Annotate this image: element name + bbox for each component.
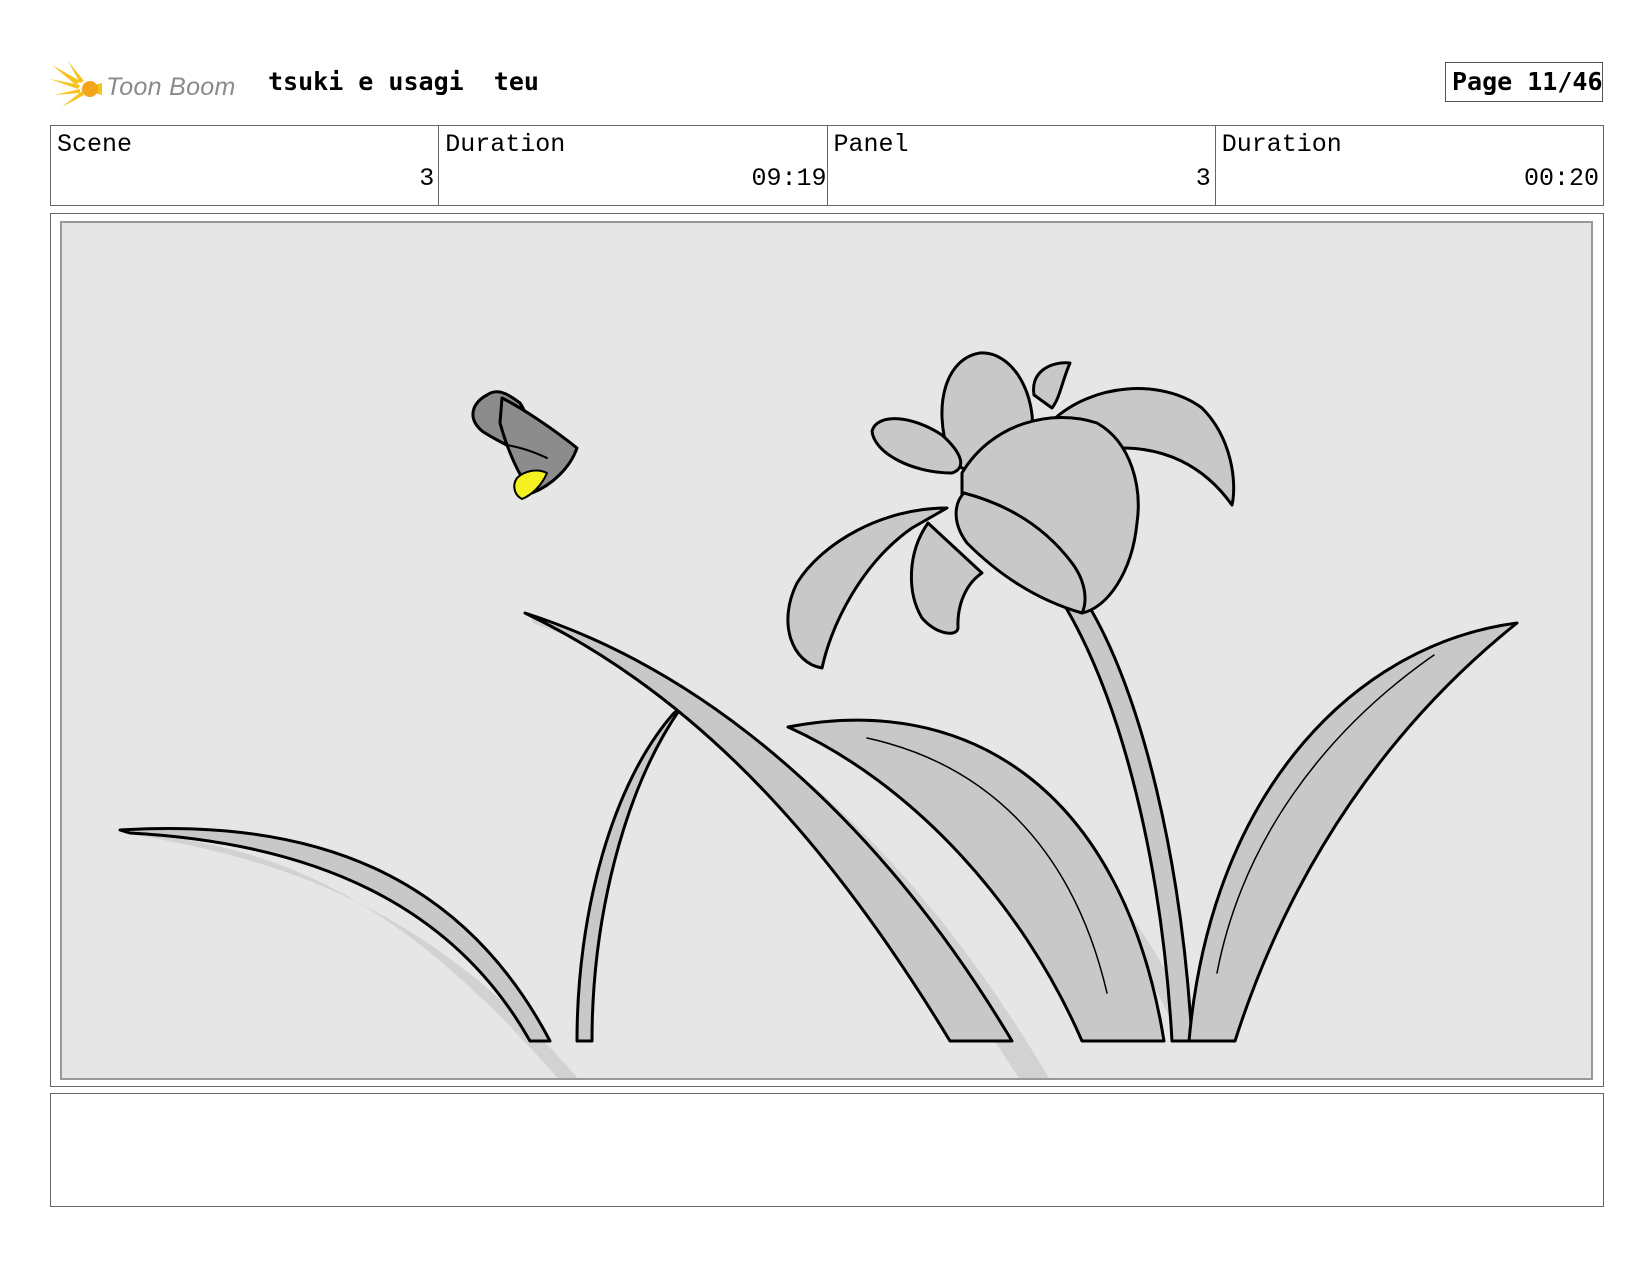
project-title: tsuki e usagi teu bbox=[268, 67, 539, 96]
scene-duration-label: Duration bbox=[445, 130, 566, 159]
scene-cell: Scene 3 bbox=[51, 126, 440, 205]
panel-duration-label: Duration bbox=[1221, 130, 1342, 159]
scene-value: 3 bbox=[419, 164, 435, 193]
storyboard-panel bbox=[50, 213, 1604, 1087]
scene-duration-value: 09:19 bbox=[751, 164, 827, 193]
star-burst-icon bbox=[50, 61, 102, 107]
logo-text: Toon Boom bbox=[106, 73, 236, 101]
flower-and-firefly-sketch bbox=[118, 351, 1519, 1078]
panel-drawing bbox=[60, 221, 1593, 1080]
firefly bbox=[471, 390, 579, 500]
grass-blade-thin bbox=[575, 707, 682, 1043]
panel-value: 3 bbox=[1195, 164, 1211, 193]
panel-notes bbox=[50, 1093, 1604, 1207]
panel-cell: Panel 3 bbox=[828, 126, 1216, 205]
page-header: Toon Boom tsuki e usagi teu Page 11/46 bbox=[50, 55, 1605, 115]
page-number: Page 11/46 bbox=[1445, 62, 1603, 102]
leaf-far-right bbox=[1187, 621, 1519, 1043]
scene-info-table: Scene 3 Duration 09:19 Panel 3 Duration … bbox=[50, 125, 1604, 206]
panel-label: Panel bbox=[833, 130, 909, 159]
panel-duration-value: 00:20 bbox=[1523, 164, 1599, 193]
scene-duration-cell: Duration 09:19 bbox=[439, 126, 828, 205]
toon-boom-logo: Toon Boom bbox=[50, 59, 250, 111]
panel-duration-cell: Duration 00:20 bbox=[1216, 126, 1603, 205]
grass-blade-left bbox=[118, 826, 552, 1043]
petal-top-small bbox=[1032, 361, 1072, 410]
scene-label: Scene bbox=[57, 130, 133, 159]
